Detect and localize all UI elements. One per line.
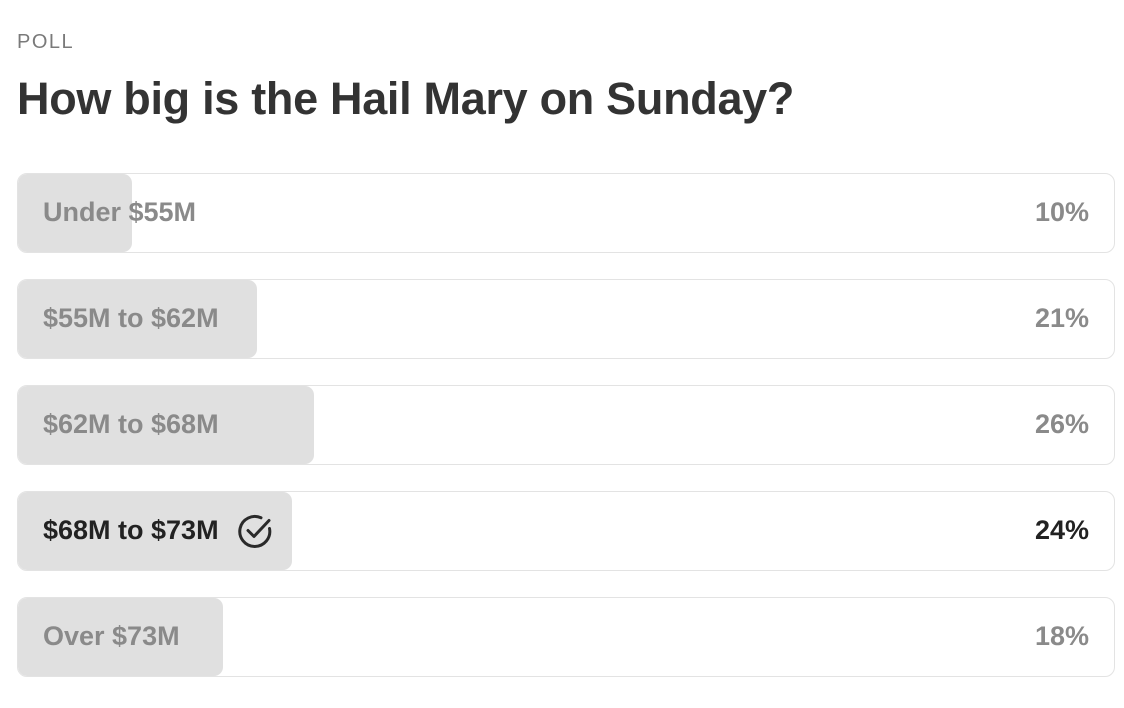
option-percent: 10% xyxy=(1034,197,1089,227)
option-percent: 26% xyxy=(1034,409,1089,439)
option-label: $68M to $73M xyxy=(43,492,275,569)
poll-options: Under $55M 10% $55M to $62M 21% $62M to … xyxy=(17,173,1115,703)
option-label: $62M to $68M xyxy=(43,386,219,463)
poll-question: How big is the Hail Mary on Sunday? xyxy=(17,73,795,124)
option-label-text: $62M to $68M xyxy=(43,409,219,439)
option-percent: 18% xyxy=(1034,621,1089,651)
poll-option-over-73m[interactable]: Over $73M 18% xyxy=(17,597,1115,677)
poll-option-68m-to-73m[interactable]: $68M to $73M 24% xyxy=(17,491,1115,571)
option-label-text: $68M to $73M xyxy=(43,515,219,545)
option-label-text: $55M to $62M xyxy=(43,303,219,333)
check-circle-icon xyxy=(235,511,275,551)
option-percent: 24% xyxy=(1034,515,1089,545)
option-label-text: Over $73M xyxy=(43,621,180,651)
option-percent: 21% xyxy=(1034,303,1089,333)
poll-option-under-55m[interactable]: Under $55M 10% xyxy=(17,173,1115,253)
option-label: $55M to $62M xyxy=(43,280,219,357)
option-label: Over $73M xyxy=(43,598,180,675)
option-label-text: Under $55M xyxy=(43,197,197,227)
option-label: Under $55M xyxy=(43,174,196,251)
poll-label: POLL xyxy=(17,31,75,53)
poll-option-55m-to-62m[interactable]: $55M to $62M 21% xyxy=(17,279,1115,359)
poll-option-62m-to-68m[interactable]: $62M to $68M 26% xyxy=(17,385,1115,465)
